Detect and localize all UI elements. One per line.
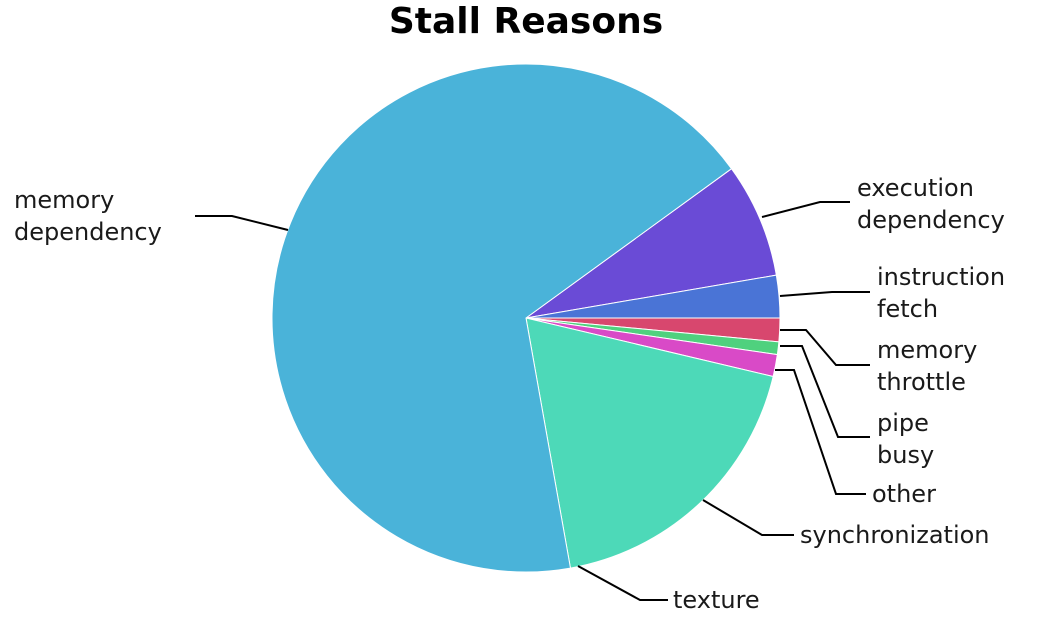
leader-line-instruction-fetch xyxy=(779,291,870,297)
leader-line-memory-dependency xyxy=(195,215,289,231)
leader-line-synchronization xyxy=(702,499,794,536)
leader-line-texture xyxy=(577,565,668,601)
slice-label-synchronization: synchronization xyxy=(800,521,990,549)
stall-reasons-pie-chart: Stall Reasons execution dependency instruc… xyxy=(14,1,1005,614)
leader-line-other xyxy=(775,369,866,495)
slice-label-execution-dependency: execution dependency xyxy=(857,174,1005,234)
chart-title: Stall Reasons xyxy=(389,1,663,42)
leader-line-execution-dependency xyxy=(761,201,850,218)
slice-label-texture: texture xyxy=(673,586,760,614)
pie-slices xyxy=(271,63,781,573)
leader-line-pipe-busy xyxy=(780,345,870,438)
slice-label-instruction-fetch: instruction fetch xyxy=(877,263,1005,323)
slice-label-memory-throttle: memory throttle xyxy=(877,336,977,396)
slice-label-memory-dependency: memory dependency xyxy=(14,186,162,246)
slice-label-other: other xyxy=(872,480,936,508)
leader-line-memory-throttle xyxy=(780,329,870,366)
slice-label-pipe-busy: pipe busy xyxy=(877,409,934,469)
